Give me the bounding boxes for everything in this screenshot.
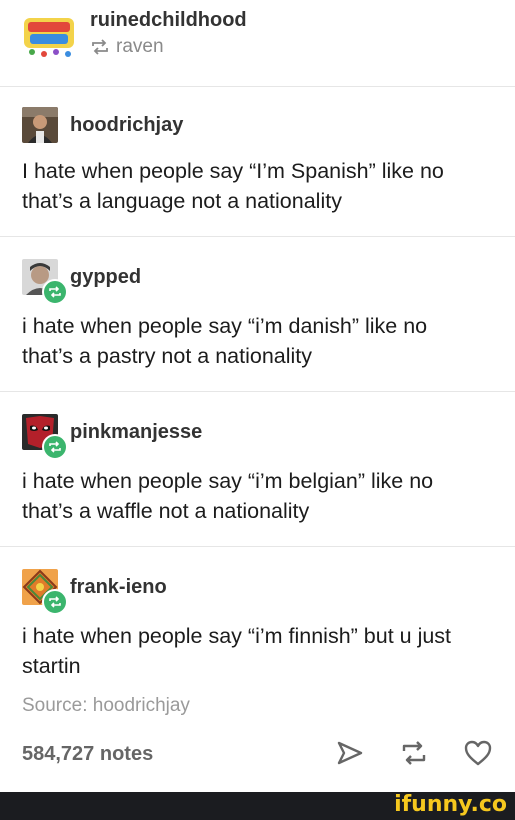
user-row: pinkmanjesse [22,414,202,460]
watermark-bar: ifunny.co [0,792,515,820]
post-text-line: that’s a pastry not a nationality [22,344,313,368]
post-text: I hate when people say “I’m Spanish” lik… [22,156,492,216]
user-avatar[interactable] [22,569,68,615]
blog-name[interactable]: ruinedchildhood [90,9,247,32]
post-text-line: startin [22,654,81,678]
user-avatar[interactable] [22,414,68,460]
reblog-section: pinkmanjesse i hate when people say “i’m… [0,392,515,547]
reblog-icon [49,286,61,298]
user-row: hoodrichjay [22,107,183,143]
blog-avatar[interactable] [22,14,76,58]
post-text-line: that’s a waffle not a nationality [22,499,310,523]
username[interactable]: pinkmanjesse [70,421,202,444]
post-actions [335,739,493,767]
heart-icon[interactable] [463,739,493,767]
username[interactable]: frank-ieno [70,576,167,599]
reblog-section: gypped i hate when people say “i’m danis… [0,237,515,392]
post-text: i hate when people say “i’m belgian” lik… [22,466,492,526]
reblog-section: frank-ieno i hate when people say “i’m f… [0,547,515,787]
reblog-section: hoodrichjay I hate when people say “I’m … [0,87,515,237]
user-row: gypped [22,259,141,305]
user-avatar[interactable] [22,107,58,143]
notes-count[interactable]: 584,727 notes [22,743,153,766]
reblog-badge [42,434,68,460]
reblogged-from-name[interactable]: raven [116,36,164,58]
user-avatar[interactable] [22,259,68,305]
post-text: i hate when people say “i’m danish” like… [22,311,492,371]
post-text-line: that’s a language not a nationality [22,189,342,213]
reblogged-from: raven [90,36,164,58]
username[interactable]: gypped [70,266,141,289]
post-header: ruinedchildhood raven [0,0,515,87]
reblog-badge [42,589,68,615]
reblog-icon [49,441,61,453]
reblog-icon[interactable] [399,739,429,767]
ifunny-watermark: ifunny.co [394,792,507,817]
avatar-image [22,107,58,143]
reblog-badge [42,279,68,305]
post-text-line: i hate when people say “i’m finnish” but… [22,624,452,648]
post-text-line: i hate when people say “i’m danish” like… [22,314,428,338]
post-text-line: I hate when people say “I’m Spanish” lik… [22,159,444,183]
post-text-line: i hate when people say “i’m belgian” lik… [22,469,434,493]
reblog-icon [92,39,108,55]
reblog-icon [49,596,61,608]
source-link[interactable]: Source: hoodrichjay [22,695,190,717]
user-row: frank-ieno [22,569,167,615]
post-text: i hate when people say “i’m finnish” but… [22,621,492,681]
username[interactable]: hoodrichjay [70,114,183,137]
share-icon[interactable] [335,739,365,767]
